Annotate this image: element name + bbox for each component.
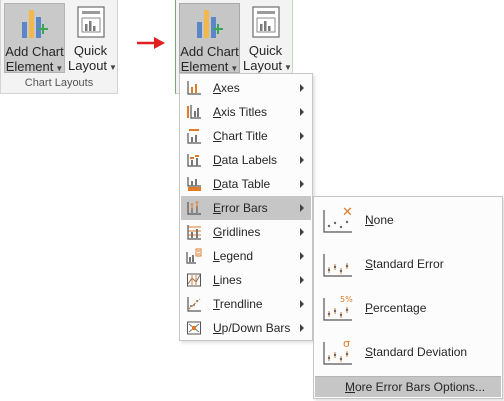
menu-item-data-table[interactable]: Data Table bbox=[181, 172, 311, 196]
menu-item-trendline[interactable]: Trendline bbox=[181, 292, 311, 316]
submenu-arrow-icon bbox=[300, 300, 304, 308]
legend-icon bbox=[186, 248, 202, 264]
add-chart-element-icon bbox=[196, 10, 223, 38]
submenu-arrow-icon bbox=[300, 108, 304, 116]
add-chart-line1: Add Chart bbox=[5, 44, 64, 59]
menu-item-lines[interactable]: Lines bbox=[181, 268, 311, 292]
quick-layout-button[interactable]: Quick Layout ▼ bbox=[68, 3, 117, 75]
menu-item-label: Trendline bbox=[213, 297, 263, 311]
submenu-item-label: Standard Error bbox=[365, 257, 444, 271]
group-label: Chart Layouts bbox=[24, 77, 94, 89]
quick-line2: Layout bbox=[243, 58, 283, 73]
add-chart-line1: Add Chart bbox=[180, 44, 239, 59]
submenu-item-label: None bbox=[365, 213, 394, 227]
menu-item-label: Data Table bbox=[213, 177, 271, 191]
quick-line2: Layout bbox=[68, 58, 108, 73]
standard-deviation-icon: σ bbox=[323, 337, 352, 365]
right-arrow-icon bbox=[137, 37, 165, 49]
menu-item-label: Axes bbox=[213, 81, 240, 95]
add-chart-element-button[interactable]: Add Chart Element ▼ bbox=[179, 3, 240, 74]
submenu-item-none[interactable]: ✕ None bbox=[315, 198, 501, 242]
add-chart-line2: Element bbox=[5, 59, 54, 74]
menu-item-legend[interactable]: Legend bbox=[181, 244, 311, 268]
menu-item-chart-title[interactable]: Chart Title bbox=[181, 124, 311, 148]
menu-item-error-bars[interactable]: Error Bars bbox=[181, 196, 311, 220]
standard-error-icon bbox=[323, 254, 352, 277]
trendline-icon bbox=[187, 297, 201, 312]
submenu-arrow-icon bbox=[300, 324, 304, 332]
sigma-badge: σ bbox=[343, 337, 350, 350]
error-bars-submenu: ✕ None Standard Error 5% Percentage σ St… bbox=[313, 196, 503, 399]
submenu-item-standard-deviation[interactable]: σ Standard Deviation bbox=[315, 330, 501, 374]
quick-layout-icon bbox=[251, 6, 280, 38]
axis-titles-icon bbox=[187, 105, 201, 119]
submenu-arrow-icon bbox=[300, 84, 304, 92]
menu-item-label: Chart Title bbox=[213, 129, 268, 143]
menu-item-gridlines[interactable]: Gridlines bbox=[181, 220, 311, 244]
submenu-item-percentage[interactable]: 5% Percentage bbox=[315, 286, 501, 330]
error-bars-none-icon: ✕ bbox=[323, 205, 353, 233]
menu-item-data-labels[interactable]: Data Labels bbox=[181, 148, 311, 172]
error-bars-icon bbox=[187, 201, 201, 215]
axes-icon bbox=[187, 81, 201, 95]
menu-item-label: Axis Titles bbox=[213, 105, 268, 119]
quick-layout-icon bbox=[76, 6, 105, 38]
menu-item-label: Data Labels bbox=[213, 153, 278, 167]
add-chart-element-menu: Axes Axis Titles Chart Title Data Labels… bbox=[179, 73, 313, 341]
quick-line1: Quick bbox=[248, 43, 283, 58]
quick-line1: Quick bbox=[73, 43, 108, 58]
menu-item-label: Legend bbox=[213, 249, 254, 263]
more-options-label: More Error Bars Options... bbox=[345, 380, 486, 394]
menu-item-label: Up/Down Bars bbox=[213, 321, 291, 335]
dropdown-caret-icon: ▼ bbox=[230, 64, 239, 73]
add-chart-element-icon bbox=[21, 10, 48, 38]
submenu-item-label: Percentage bbox=[365, 301, 427, 315]
more-error-bars-options[interactable]: More Error Bars Options... bbox=[315, 376, 501, 397]
submenu-item-label: Standard Deviation bbox=[365, 345, 468, 359]
percentage-badge: 5% bbox=[340, 295, 353, 304]
lines-icon bbox=[187, 273, 201, 287]
submenu-arrow-icon bbox=[300, 132, 304, 140]
percentage-icon: 5% bbox=[323, 295, 353, 321]
dropdown-caret-icon: ▼ bbox=[55, 64, 64, 73]
quick-layout-button[interactable]: Quick Layout ▼ bbox=[243, 3, 292, 73]
add-chart-line2-wrap: Element ▼ bbox=[5, 59, 64, 76]
gridlines-icon bbox=[187, 225, 201, 240]
chart-title-icon bbox=[187, 129, 201, 144]
quick-line2-wrap: Layout ▼ bbox=[68, 58, 117, 75]
menu-item-axis-titles[interactable]: Axis Titles bbox=[181, 100, 311, 124]
menu-item-axes[interactable]: Axes bbox=[181, 76, 311, 100]
menu-item-label: Gridlines bbox=[213, 225, 261, 239]
submenu-arrow-icon bbox=[300, 180, 304, 188]
up-down-bars-icon bbox=[187, 321, 201, 335]
add-chart-element-button[interactable]: Add Chart Element ▼ bbox=[4, 3, 65, 76]
add-chart-line2: Element bbox=[180, 59, 229, 74]
submenu-arrow-icon bbox=[300, 276, 304, 284]
submenu-arrow-icon bbox=[300, 156, 304, 164]
menu-item-label: Lines bbox=[213, 273, 242, 287]
dropdown-caret-icon: ▼ bbox=[109, 63, 117, 72]
chart-layouts-group-before: Add Chart Element ▼ Quick Layout ▼ Chart L… bbox=[0, 0, 118, 94]
submenu-item-standard-error[interactable]: Standard Error bbox=[315, 242, 501, 286]
data-labels-icon bbox=[187, 154, 201, 167]
data-table-icon bbox=[187, 177, 201, 191]
submenu-arrow-icon bbox=[300, 252, 304, 260]
submenu-arrow-icon bbox=[300, 204, 304, 212]
submenu-arrow-icon bbox=[300, 228, 304, 236]
menu-item-label: Error Bars bbox=[213, 201, 268, 215]
none-badge: ✕ bbox=[342, 205, 353, 220]
dropdown-caret-icon: ▼ bbox=[284, 63, 292, 72]
menu-item-up-down-bars[interactable]: Up/Down Bars bbox=[181, 316, 311, 340]
